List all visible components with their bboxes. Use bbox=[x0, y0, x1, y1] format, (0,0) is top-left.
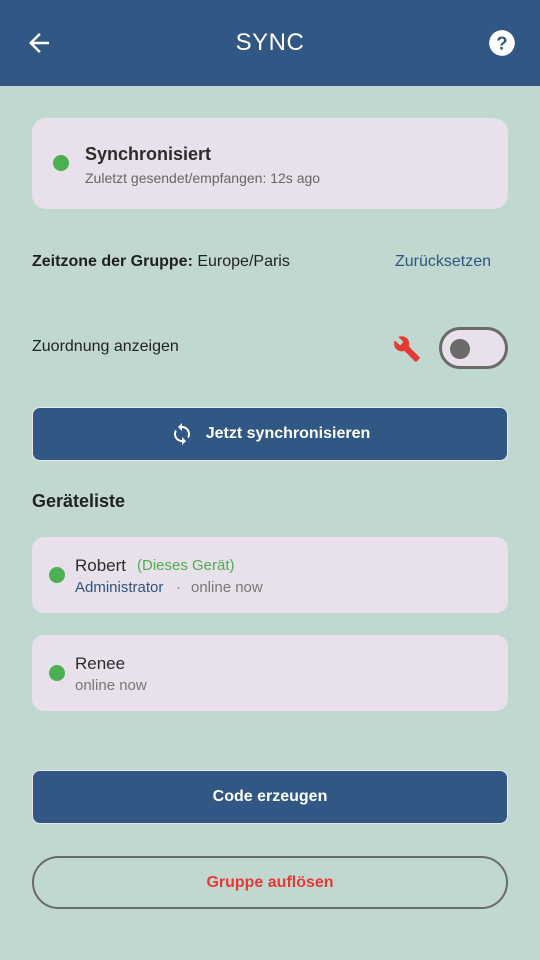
device-card-renee[interactable]: Renee online now bbox=[32, 635, 508, 711]
sync-now-button[interactable]: Jetzt synchronisieren bbox=[32, 407, 508, 461]
reset-timezone-link[interactable]: Zurücksetzen bbox=[395, 253, 491, 271]
sync-icon bbox=[173, 423, 190, 445]
timezone-row: Zeitzone der Gruppe: Europe/Paris Zurück… bbox=[32, 253, 508, 275]
separator: · bbox=[176, 579, 181, 596]
sync-status-card: Synchronisiert Zuletzt gesendet/empfange… bbox=[32, 118, 508, 209]
device-role: Administrator bbox=[75, 579, 164, 596]
help-circle-icon[interactable]: ? bbox=[488, 29, 516, 57]
this-device-tag: (Dieses Gerät) bbox=[137, 557, 235, 574]
status-subtitle: Zuletzt gesendet/empfangen: 12s ago bbox=[85, 170, 321, 186]
device-name: Renee bbox=[75, 654, 126, 673]
generate-code-button[interactable]: Code erzeugen bbox=[32, 770, 508, 824]
app-bar: SYNC ? bbox=[0, 0, 540, 86]
svg-text:?: ? bbox=[496, 32, 507, 53]
device-name: Robert bbox=[75, 556, 127, 575]
arrow-left-icon[interactable] bbox=[24, 28, 54, 58]
device-status: online now bbox=[75, 677, 147, 694]
timezone-value: Europe/Paris bbox=[192, 253, 290, 270]
timezone-label: Zeitzone der Gruppe: bbox=[32, 253, 193, 270]
status-title: Synchronisiert bbox=[85, 144, 212, 164]
status-indicator-dot bbox=[53, 155, 69, 171]
devices-title: Geräteliste bbox=[32, 491, 126, 511]
wrench-icon[interactable] bbox=[393, 335, 421, 363]
dissolve-group-button[interactable]: Gruppe auflösen bbox=[32, 856, 508, 909]
generate-code-label: Code erzeugen bbox=[212, 788, 328, 805]
show-assignment-label: Zuordnung anzeigen bbox=[32, 338, 179, 355]
page-title: SYNC bbox=[235, 29, 305, 56]
dissolve-group-label: Gruppe auflösen bbox=[206, 873, 334, 891]
device-status: online now bbox=[191, 579, 263, 596]
sync-now-label: Jetzt synchronisieren bbox=[205, 425, 371, 442]
toggle-knob bbox=[450, 339, 470, 359]
online-indicator-dot bbox=[49, 567, 65, 583]
device-card-robert[interactable]: Robert (Dieses Gerät) Administrator · on… bbox=[32, 537, 508, 613]
online-indicator-dot bbox=[49, 665, 65, 681]
assignment-toggle[interactable] bbox=[439, 327, 508, 369]
